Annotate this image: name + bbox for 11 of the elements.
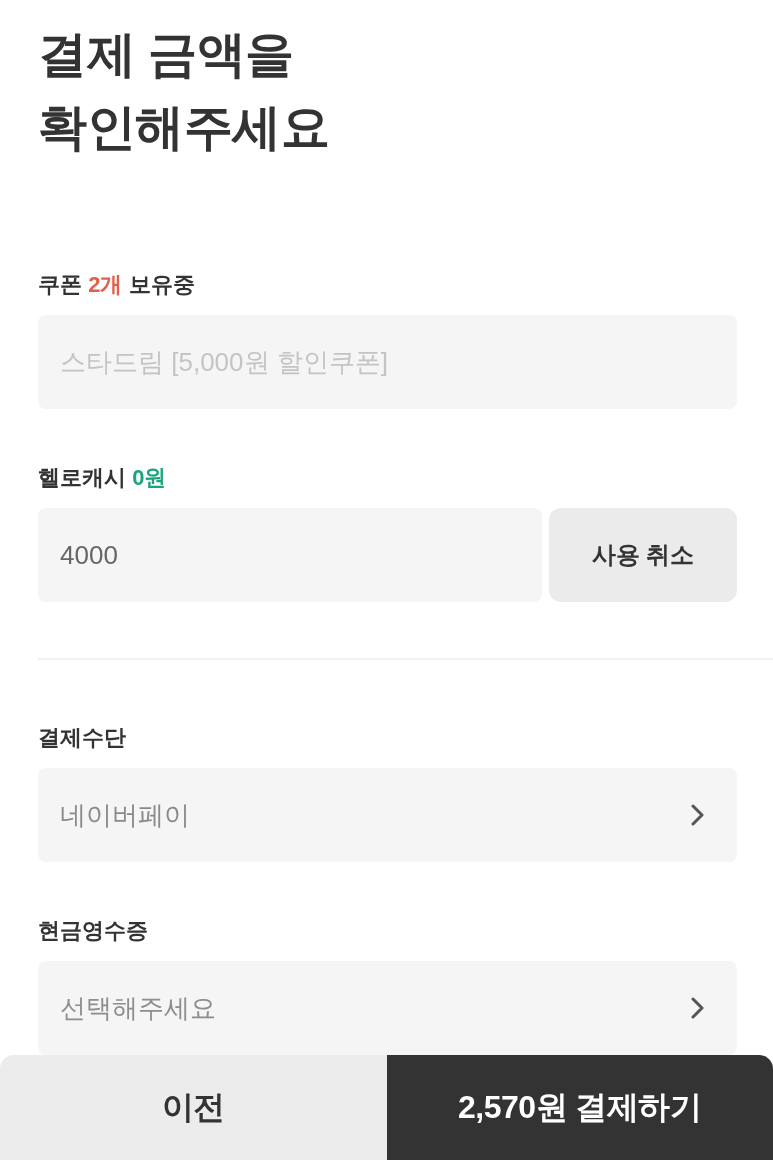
chevron-right-icon	[691, 997, 705, 1019]
pay-button[interactable]: 2,570원 결제하기	[386, 1055, 773, 1160]
input-field[interactable]: 4000	[38, 508, 542, 602]
chevron-right-icon	[691, 804, 705, 826]
field-label: 결제수단	[38, 724, 127, 752]
cancel-use-button[interactable]: 사용 취소	[549, 508, 737, 602]
field-label: 헬로캐시 0원	[38, 464, 168, 492]
back-button[interactable]: 이전	[0, 1055, 387, 1160]
page-title: 결제 금액을 확인해주세요	[38, 26, 330, 156]
field-label: 쿠폰 2개 보유중	[38, 271, 196, 299]
field-label: 현금영수증	[38, 917, 149, 945]
